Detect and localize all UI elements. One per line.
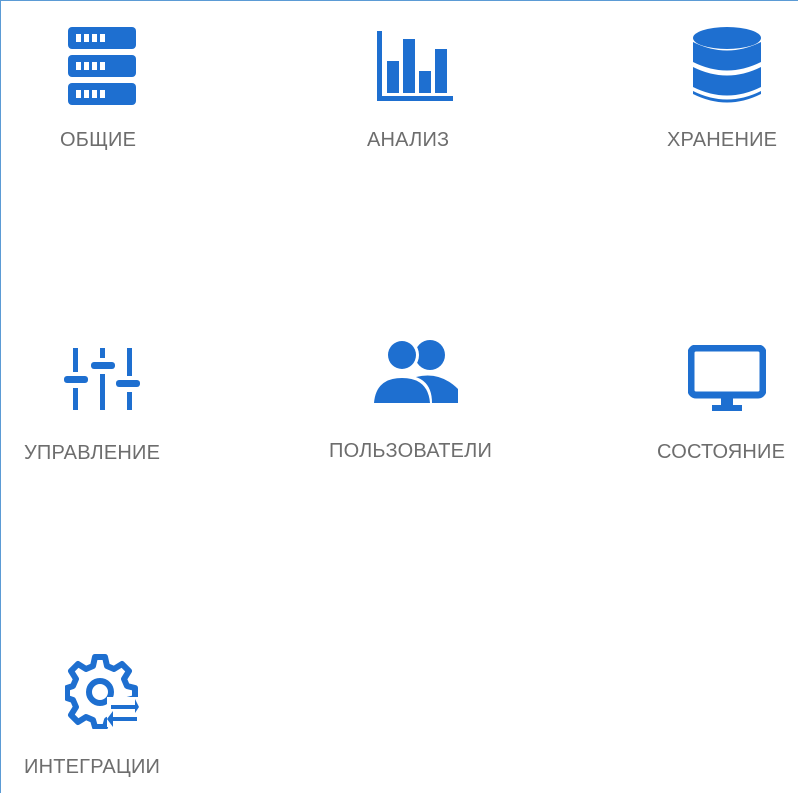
tile-management-label: УПРАВЛЕНИЕ: [24, 442, 161, 464]
tile-storage-label: ХРАНЕНИЕ: [667, 129, 778, 151]
tile-status-label: СОСТОЯНИЕ: [657, 441, 786, 463]
server-rack-icon: [68, 27, 136, 105]
tile-users-label: ПОЛЬЗОВАТЕЛИ: [329, 440, 493, 462]
settings-categories-panel: ОБЩИЕ АНАЛИЗ ХРАНЕНИЕ УПРАВЛЕНИЕ ПОЛЬЗОВ…: [0, 0, 798, 793]
tile-users[interactable]: ПОЛЬЗОВАТЕЛИ: [321, 331, 521, 481]
tile-integrations[interactable]: ИНТЕГРАЦИИ: [1, 641, 201, 791]
monitor-icon: [688, 345, 766, 411]
tile-status[interactable]: СОСТОЯНИЕ: [641, 331, 798, 481]
tile-management[interactable]: УПРАВЛЕНИЕ: [1, 331, 201, 481]
tile-general[interactable]: ОБЩИЕ: [1, 1, 201, 161]
database-icon: [693, 27, 761, 103]
tile-storage[interactable]: ХРАНЕНИЕ: [641, 1, 798, 161]
tile-integrations-label: ИНТЕГРАЦИИ: [24, 756, 161, 778]
gear-sync-icon: [65, 654, 139, 729]
tile-analysis[interactable]: АНАЛИЗ: [331, 1, 511, 161]
tile-analysis-label: АНАЛИЗ: [367, 129, 450, 151]
bar-chart-icon: [377, 31, 453, 101]
users-icon: [372, 338, 458, 403]
tile-general-label: ОБЩИЕ: [60, 129, 137, 151]
sliders-icon: [64, 348, 140, 410]
